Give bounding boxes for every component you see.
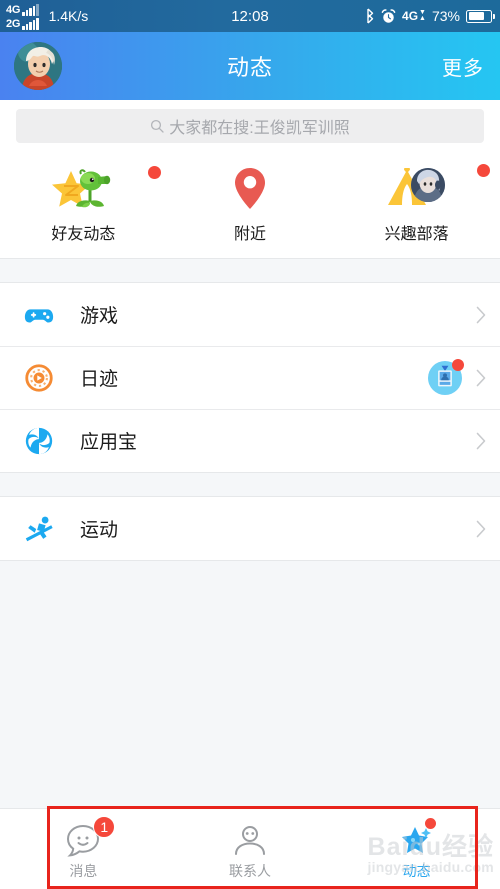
tab-label: 动态 bbox=[402, 862, 431, 879]
tab-icon-wrap bbox=[232, 818, 268, 858]
menu-row-games[interactable]: 游戏 bbox=[0, 283, 500, 346]
yingyongbao-icon bbox=[22, 424, 56, 458]
menu-row-label: 运动 bbox=[80, 520, 119, 541]
gamepad-icon bbox=[22, 298, 56, 332]
shortcut-nearby[interactable]: 附近 bbox=[167, 160, 334, 244]
contacts-person-icon bbox=[235, 825, 265, 855]
daily-trace-red-dot bbox=[452, 358, 464, 371]
shortcut-friend-feed[interactable]: 好友动态 bbox=[0, 160, 167, 244]
menu-row-label: 应用宝 bbox=[80, 432, 138, 453]
shortcut-icon-wrap bbox=[333, 160, 500, 216]
more-button[interactable]: 更多 bbox=[442, 52, 484, 81]
search-placeholder: 大家都在搜:王俊凯军训照 bbox=[169, 120, 350, 137]
tab-feed[interactable]: 动态 bbox=[333, 809, 500, 889]
star-plant-icon bbox=[49, 164, 117, 212]
tab-contacts[interactable]: 联系人 bbox=[167, 809, 334, 889]
bottom-tab-bar: 1 消息 联系人 动态 bbox=[0, 808, 500, 889]
dual-sim-signal: 4G 2G bbox=[6, 2, 39, 30]
empty-content-area bbox=[0, 560, 500, 791]
shortcut-icon-wrap bbox=[0, 160, 167, 216]
tribe-avatar bbox=[410, 168, 445, 202]
menu-row-right bbox=[428, 358, 486, 395]
messages-unread-badge: 1 bbox=[93, 815, 116, 838]
section-gap bbox=[0, 472, 500, 497]
shortcut-icon-wrap bbox=[167, 160, 334, 216]
menu-row-yingyongbao[interactable]: 应用宝 bbox=[0, 409, 500, 472]
shortcut-label: 兴趣部落 bbox=[384, 226, 449, 243]
user-avatar[interactable] bbox=[14, 42, 62, 90]
search-bar[interactable]: 大家都在搜:王俊凯军训照 bbox=[16, 109, 484, 143]
map-pin-icon bbox=[235, 168, 265, 209]
sim1-signal-bars-icon bbox=[22, 4, 39, 16]
chevron-right-icon bbox=[476, 520, 486, 537]
data-arrows-icon: ▼ ▲ bbox=[419, 9, 426, 22]
running-icon bbox=[22, 512, 56, 546]
section-gap bbox=[0, 258, 500, 283]
shortcut-label: 附近 bbox=[234, 226, 267, 243]
menu-row-right bbox=[476, 520, 486, 538]
battery-percent-label: 73% bbox=[431, 8, 460, 24]
app-header: 动态 更多 bbox=[0, 32, 500, 100]
peashooter-icon bbox=[76, 169, 111, 208]
tab-icon-wrap: 1 bbox=[65, 815, 116, 858]
status-bar-left: 4G 2G 1.4K/s bbox=[0, 2, 88, 30]
sim2-signal: 2G bbox=[6, 16, 39, 30]
battery-icon bbox=[466, 9, 495, 23]
menu-row-daily-trace[interactable]: 日迹 bbox=[0, 346, 500, 409]
tent-icon bbox=[381, 164, 453, 212]
sim1-signal: 4G bbox=[6, 2, 39, 16]
status-bar-right: 4G ▼ ▲ 73% bbox=[365, 8, 500, 24]
menu-row-right bbox=[476, 306, 486, 324]
tab-messages[interactable]: 1 消息 bbox=[0, 809, 167, 889]
chevron-right-icon bbox=[476, 369, 486, 386]
menu-row-label: 游戏 bbox=[80, 306, 119, 327]
chevron-right-icon bbox=[476, 432, 486, 449]
tab-label: 联系人 bbox=[229, 862, 271, 879]
play-circle-icon bbox=[22, 361, 56, 395]
id-card-badge-icon[interactable] bbox=[428, 358, 464, 395]
mobile-data-icon: 4G ▼ ▲ bbox=[402, 9, 426, 23]
mobile-data-label: 4G bbox=[402, 9, 419, 23]
shortcut-label: 好友动态 bbox=[51, 226, 116, 243]
menu-section-secondary: 运动 bbox=[0, 497, 500, 560]
shortcut-interest-tribe[interactable]: 兴趣部落 bbox=[333, 160, 500, 244]
search-section: 大家都在搜:王俊凯军训照 bbox=[0, 100, 500, 154]
tab-icon-wrap bbox=[399, 816, 437, 858]
sim2-network-label: 2G bbox=[6, 18, 21, 30]
tab-label: 消息 bbox=[69, 862, 98, 879]
network-speed-label: 1.4K/s bbox=[48, 8, 89, 24]
chevron-right-icon bbox=[476, 306, 486, 323]
search-icon bbox=[150, 119, 164, 133]
sim2-signal-bars-icon bbox=[22, 18, 39, 30]
menu-row-right bbox=[476, 432, 486, 450]
sim1-network-label: 4G bbox=[6, 4, 21, 16]
interest-tribe-red-dot bbox=[477, 164, 491, 177]
menu-row-sports[interactable]: 运动 bbox=[0, 497, 500, 560]
bluetooth-icon bbox=[365, 8, 375, 24]
status-bar: 4G 2G 1.4K/s 12:08 4G ▼ ▲ 73% bbox=[0, 0, 500, 32]
shortcut-grid: 好友动态 附近 兴趣部落 bbox=[0, 154, 500, 258]
menu-section-primary: 游戏 日迹 应用宝 bbox=[0, 283, 500, 472]
page-title: 动态 bbox=[226, 55, 273, 80]
friend-feed-red-dot bbox=[147, 166, 161, 179]
menu-row-label: 日迹 bbox=[80, 369, 119, 390]
alarm-clock-icon bbox=[381, 8, 396, 24]
feed-red-dot bbox=[423, 816, 437, 830]
